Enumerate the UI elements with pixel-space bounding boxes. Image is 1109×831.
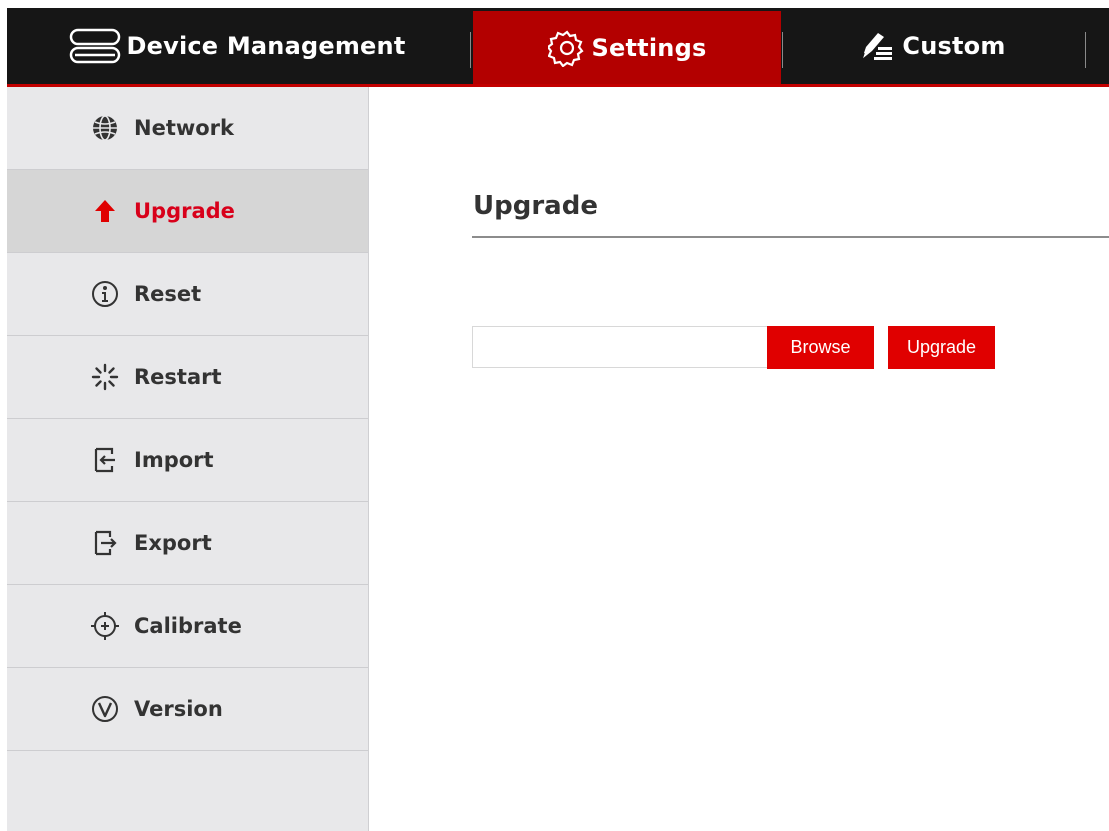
info-circle-icon: [90, 279, 120, 309]
sidebar-item-calibrate[interactable]: Calibrate: [7, 585, 368, 668]
sidebar-item-reset[interactable]: Reset: [7, 253, 368, 336]
tab-settings[interactable]: Settings: [473, 11, 781, 84]
sidebar-item-label: Calibrate: [134, 614, 242, 638]
sidebar: Network Upgrade Reset Restart Import Exp…: [7, 87, 369, 831]
page-title: Upgrade: [473, 191, 598, 221]
browse-button[interactable]: Browse: [767, 326, 874, 369]
gear-icon: [547, 29, 586, 67]
title-divider: [472, 236, 1109, 238]
sidebar-item-label: Reset: [134, 282, 202, 306]
top-navigation-bar: Device Management Settings Custom: [7, 8, 1109, 87]
sidebar-item-upgrade[interactable]: Upgrade: [7, 170, 368, 253]
sidebar-item-export[interactable]: Export: [7, 502, 368, 585]
tab-divider: [1085, 32, 1086, 68]
sidebar-item-label: Upgrade: [134, 199, 235, 223]
tab-custom[interactable]: Custom: [781, 8, 1083, 84]
tab-settings-label: Settings: [591, 33, 707, 62]
sidebar-item-label: Export: [134, 531, 212, 555]
spinner-icon: [90, 362, 120, 392]
upgrade-button[interactable]: Upgrade: [888, 326, 995, 369]
device-management-icon: [69, 28, 121, 64]
sidebar-item-label: Restart: [134, 365, 222, 389]
crosshair-icon: [90, 611, 120, 641]
pen-list-icon: [858, 29, 896, 63]
sidebar-item-network[interactable]: Network: [7, 87, 368, 170]
tab-device-management[interactable]: Device Management: [7, 8, 467, 84]
main-content: Upgrade Browse Upgrade: [371, 87, 1109, 831]
sidebar-item-import[interactable]: Import: [7, 419, 368, 502]
globe-icon: [90, 113, 120, 143]
arrow-up-icon: [90, 196, 120, 226]
version-icon: [90, 694, 120, 724]
sidebar-item-restart[interactable]: Restart: [7, 336, 368, 419]
tab-divider: [470, 32, 471, 68]
top-strip: [0, 0, 1109, 8]
tab-custom-label: Custom: [902, 32, 1006, 60]
firmware-file-input[interactable]: [472, 326, 768, 368]
sidebar-item-label: Import: [134, 448, 214, 472]
tab-device-management-label: Device Management: [126, 32, 406, 60]
import-icon: [90, 445, 120, 475]
sidebar-item-label: Version: [134, 697, 223, 721]
sidebar-item-version[interactable]: Version: [7, 668, 368, 751]
export-icon: [90, 528, 120, 558]
sidebar-item-label: Network: [134, 116, 235, 140]
